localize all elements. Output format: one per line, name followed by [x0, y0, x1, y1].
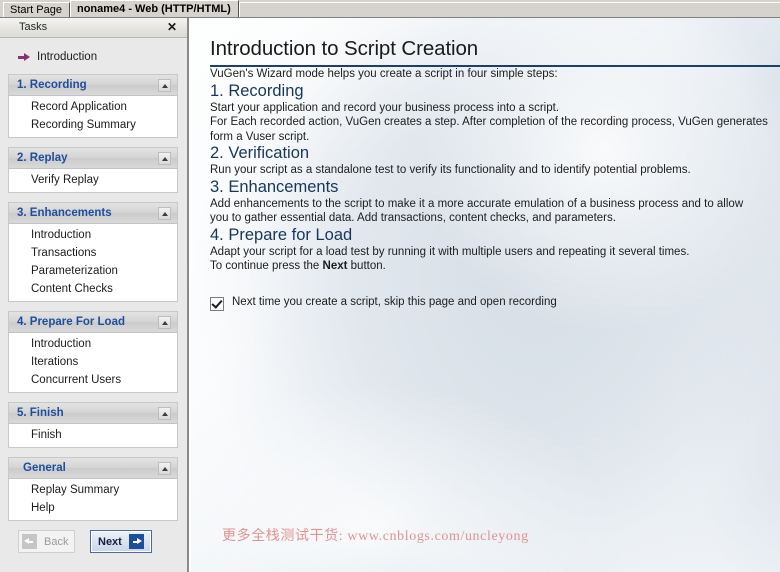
- arrow-right-icon: [128, 534, 144, 549]
- skip-page-row[interactable]: Next time you create a script, skip this…: [210, 296, 780, 311]
- sidebar-group-header[interactable]: 4. Prepare For Load: [9, 312, 177, 333]
- arrow-right-icon: [18, 52, 31, 62]
- tasks-pane-title: Tasks: [19, 21, 48, 33]
- sidebar-group-title: 2. Replay: [17, 152, 68, 164]
- tasks-pane: Tasks ✕ Introduction 1. Recording Record…: [0, 18, 189, 572]
- skip-page-label: Next time you create a script, skip this…: [232, 295, 557, 308]
- tasks-pane-header: Tasks ✕: [0, 18, 187, 38]
- sidebar-group-title: 1. Recording: [17, 79, 87, 91]
- chevron-up-icon[interactable]: [158, 316, 171, 329]
- step-text-recording-line3: form a Vuser script.: [210, 130, 310, 143]
- sidebar-group-enhancements: 3. Enhancements Introduction Transaction…: [8, 202, 178, 302]
- sidebar-item-transactions[interactable]: Transactions: [9, 244, 177, 262]
- lead-paragraph: VuGen's Wizard mode helps you create a s…: [210, 68, 558, 80]
- sidebar-group-prepare-for-load: 4. Prepare For Load Introduction Iterati…: [8, 311, 178, 393]
- step-heading-prepare-for-load: 4. Prepare for Load: [210, 225, 353, 244]
- sidebar-group-header[interactable]: 5. Finish: [9, 403, 177, 424]
- next-button-label: Next: [98, 535, 122, 548]
- sidebar-item-concurrent-users[interactable]: Concurrent Users: [9, 371, 177, 389]
- close-icon[interactable]: ✕: [165, 20, 179, 34]
- chevron-up-icon[interactable]: [158, 462, 171, 475]
- vugen-window: Start Page noname4 - Web (HTTP/HTML) Tas…: [0, 0, 780, 572]
- sidebar-group-items: Introduction Transactions Parameterizati…: [9, 224, 177, 301]
- sidebar-item-finish[interactable]: Finish: [9, 426, 177, 444]
- tasks-pane-body: Introduction 1. Recording Record Applica…: [0, 38, 187, 572]
- document-tab-strip: Start Page noname4 - Web (HTTP/HTML): [0, 0, 780, 18]
- sidebar-group-header[interactable]: 3. Enhancements: [9, 203, 177, 224]
- chevron-up-icon[interactable]: [158, 207, 171, 220]
- sidebar-item-label: Introduction: [37, 51, 98, 63]
- chevron-up-icon[interactable]: [158, 79, 171, 92]
- sidebar-group-items: Finish: [9, 424, 177, 447]
- content-body: Introduction to Script Creation VuGen's …: [191, 18, 780, 311]
- sidebar-group-title: 3. Enhancements: [17, 207, 112, 219]
- tab-strip-filler: [238, 2, 780, 17]
- step-text-enhancements-line1: Add enhancements to the script to make i…: [210, 197, 744, 210]
- arrow-left-icon: [22, 534, 37, 549]
- step-text-recording-line2: For Each recorded action, VuGen creates …: [210, 116, 768, 128]
- step-text-recording-line1: Start your application and record your b…: [210, 101, 560, 114]
- sidebar-group-header[interactable]: 2. Replay: [9, 148, 177, 169]
- sidebar-group-items: Replay Summary Help: [9, 479, 177, 520]
- sidebar-item-enhancements-introduction[interactable]: Introduction: [9, 226, 177, 244]
- chevron-up-icon[interactable]: [158, 152, 171, 165]
- sidebar-group-recording: 1. Recording Record Application Recordin…: [8, 74, 178, 138]
- continue-bold-next: Next: [322, 260, 348, 272]
- sidebar-item-verify-replay[interactable]: Verify Replay: [9, 171, 177, 189]
- step-heading-recording: 1. Recording: [210, 81, 304, 100]
- sidebar-group-items: Introduction Iterations Concurrent Users: [9, 333, 177, 392]
- step-text-verification-line1: Run your script as a standalone test to …: [210, 164, 691, 176]
- sidebar-group-title: 5. Finish: [17, 407, 64, 419]
- sidebar-item-help[interactable]: Help: [9, 499, 177, 517]
- tab-noname4[interactable]: noname4 - Web (HTTP/HTML): [69, 0, 239, 17]
- back-button-label: Back: [44, 535, 69, 548]
- continue-prefix: To continue press the: [210, 260, 323, 272]
- sidebar-group-header[interactable]: 1. Recording: [9, 75, 177, 96]
- sidebar-group-replay: 2. Replay Verify Replay: [8, 147, 178, 193]
- sidebar-group-general: General Replay Summary Help: [8, 457, 178, 521]
- step-text-prepare-line1: Adapt your script for a load test by run…: [210, 245, 690, 258]
- step-heading-enhancements: 3. Enhancements: [210, 177, 339, 196]
- step-text-enhancements-line2: you to gather essential data. Add transa…: [210, 212, 616, 224]
- step-heading-verification: 2. Verification: [210, 144, 310, 162]
- sidebar-group-items: Verify Replay: [9, 169, 177, 192]
- sidebar-group-title: 4. Prepare For Load: [17, 316, 126, 328]
- sidebar-item-load-introduction[interactable]: Introduction: [9, 335, 177, 353]
- sidebar-item-introduction[interactable]: Introduction: [0, 48, 187, 66]
- continue-instruction: To continue press the Next button.: [210, 259, 780, 274]
- sidebar-item-recording-summary[interactable]: Recording Summary: [9, 116, 177, 134]
- sidebar-item-iterations[interactable]: Iterations: [9, 353, 177, 371]
- sidebar-group-items: Record Application Recording Summary: [9, 96, 177, 137]
- continue-suffix: button.: [347, 260, 386, 272]
- content-pane: Introduction to Script Creation VuGen's …: [191, 18, 780, 572]
- sidebar-group-header[interactable]: General: [9, 458, 177, 479]
- wizard-navigation: Back Next: [0, 530, 187, 560]
- chevron-up-icon[interactable]: [158, 407, 171, 420]
- back-button[interactable]: Back: [18, 530, 75, 553]
- skip-page-checkbox[interactable]: [210, 296, 224, 311]
- sidebar-item-parameterization[interactable]: Parameterization: [9, 262, 177, 280]
- sidebar-group-title: General: [23, 462, 66, 474]
- sidebar-item-replay-summary[interactable]: Replay Summary: [9, 481, 177, 499]
- tab-start-page[interactable]: Start Page: [3, 2, 70, 17]
- sidebar-group-finish: 5. Finish Finish: [8, 402, 178, 448]
- sidebar-item-record-application[interactable]: Record Application: [9, 98, 177, 116]
- page-title: Introduction to Script Creation: [210, 37, 479, 60]
- sidebar-item-content-checks[interactable]: Content Checks: [9, 280, 177, 298]
- next-button[interactable]: Next: [90, 530, 152, 553]
